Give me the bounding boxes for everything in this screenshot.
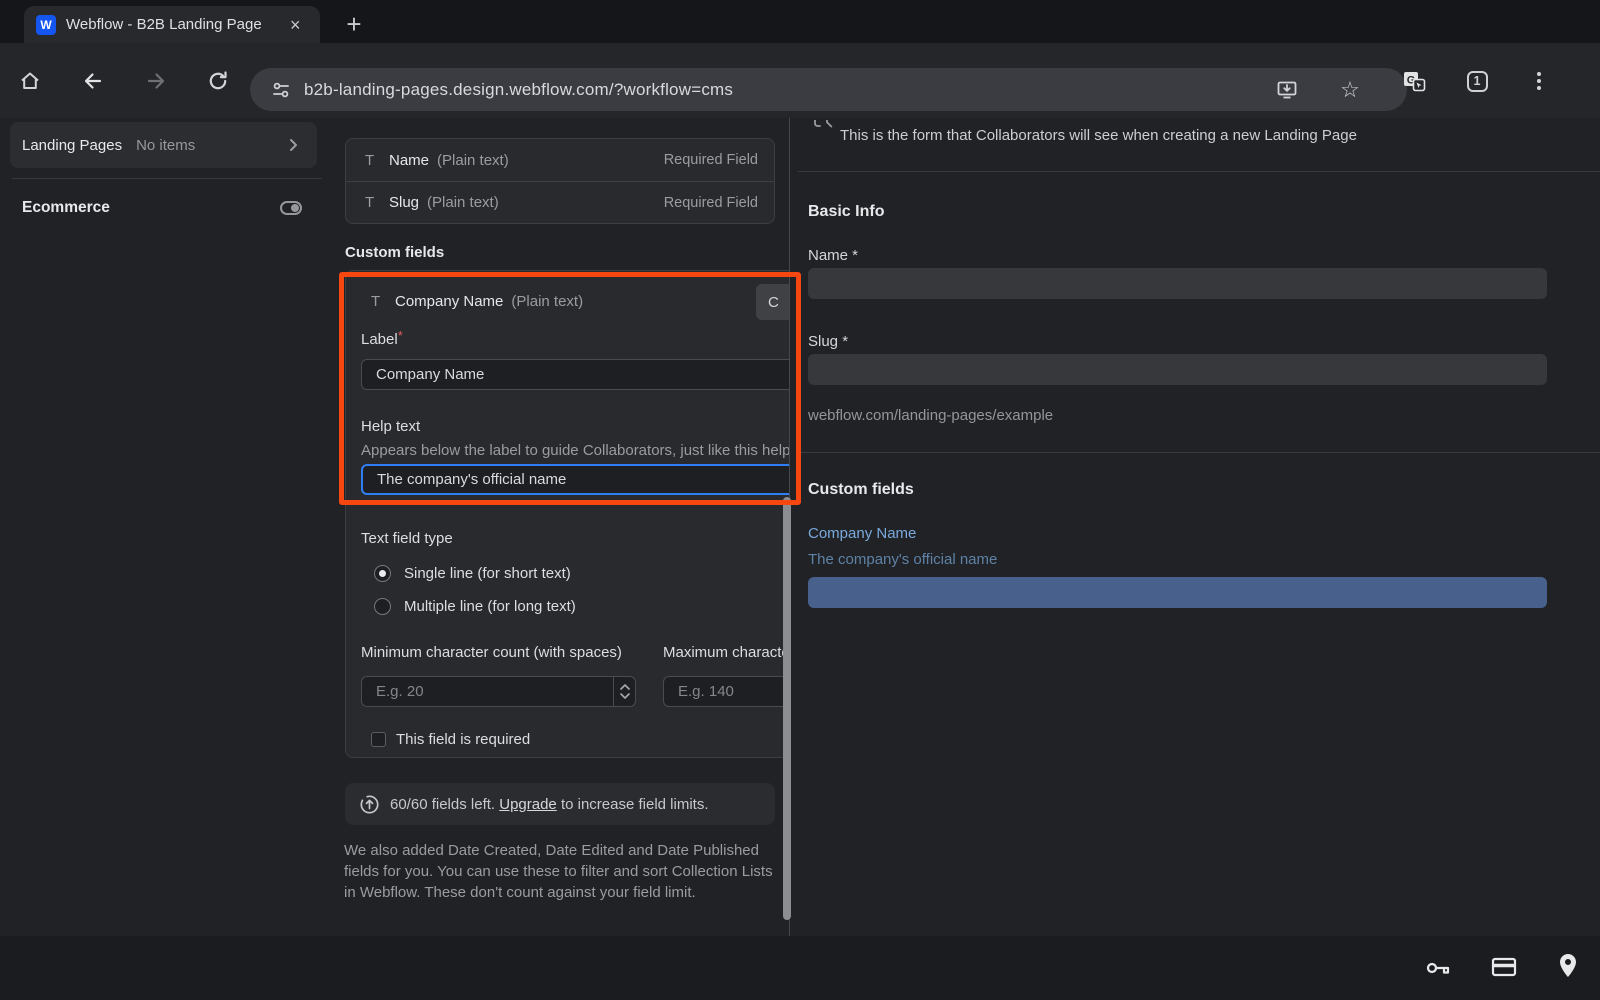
plain-text-field-icon: T — [365, 152, 379, 169]
url-text: b2b-landing-pages.design.webflow.com/?wo… — [304, 80, 733, 100]
preview-slug-input[interactable] — [808, 354, 1547, 385]
scrollbar-thumb[interactable] — [783, 497, 791, 920]
location-pin-icon[interactable] — [1556, 952, 1580, 982]
custom-fields-heading: Custom fields — [345, 244, 444, 261]
reload-icon[interactable] — [204, 67, 232, 95]
field-type: (Plain text) — [437, 152, 509, 169]
field-name: Company Name — [395, 293, 503, 310]
field-name: Slug — [389, 194, 419, 211]
browser-menu-kebab-icon[interactable] — [1525, 67, 1553, 95]
required-checkbox-row[interactable]: This field is required — [361, 731, 530, 748]
radio-unselected-icon[interactable] — [374, 598, 391, 615]
install-app-icon[interactable] — [1273, 76, 1301, 104]
help-text-input[interactable] — [361, 464, 789, 495]
min-count-stepper[interactable] — [361, 676, 636, 707]
field-type: (Plain text) — [511, 293, 583, 310]
url-bar[interactable]: b2b-landing-pages.design.webflow.com/?wo… — [250, 68, 1407, 111]
label-input[interactable] — [361, 359, 789, 390]
base-fields-list: T Name (Plain text) Required Field T Slu… — [345, 138, 775, 224]
tab-title: Webflow - B2B Landing Page — [66, 16, 288, 33]
upgrade-link[interactable]: Upgrade — [499, 796, 557, 813]
stepper-arrows-icon[interactable] — [613, 677, 635, 706]
radio-label: Single line (for short text) — [404, 565, 571, 582]
sidebar-item-landing-pages[interactable]: Landing Pages No items — [10, 122, 317, 168]
basic-info-heading: Basic Info — [808, 203, 884, 221]
preview-panel: This is the form that Collaborators will… — [790, 118, 1600, 936]
radio-multiple-line[interactable]: Multiple line (for long text) — [361, 598, 576, 615]
divider — [798, 171, 1600, 172]
preview-name-label: Name * — [808, 247, 858, 264]
radio-selected-icon[interactable] — [374, 565, 391, 582]
preview-name-input[interactable] — [808, 268, 1547, 299]
checkbox-label: This field is required — [396, 731, 530, 748]
preview-note: This is the form that Collaborators will… — [840, 127, 1357, 144]
help-text-label: Help text — [361, 418, 420, 435]
radio-single-line[interactable]: Single line (for short text) — [361, 565, 571, 582]
sidebar-item-ecommerce[interactable]: Ecommerce — [0, 190, 322, 226]
help-text-hint: Appears below the label to guide Collabo… — [361, 442, 789, 459]
field-row-slug[interactable]: T Slug (Plain text) Required Field — [346, 181, 774, 223]
preview-company-name-label: Company Name — [808, 525, 916, 542]
plain-text-field-icon: T — [371, 293, 385, 310]
min-count-label: Minimum character count (with spaces) — [361, 644, 622, 661]
field-name: Name — [389, 152, 429, 169]
cancel-button[interactable]: C — [756, 284, 789, 320]
key-icon[interactable] — [1423, 952, 1453, 982]
field-limit-text: 60/60 fields left. Upgrade to increase f… — [390, 796, 709, 813]
site-settings-icon[interactable] — [270, 79, 292, 101]
back-icon[interactable] — [79, 67, 107, 95]
preview-company-name-help: The company's official name — [808, 551, 997, 568]
field-editor: T Company Name (Plain text) C Label* Hel… — [345, 270, 789, 758]
toggle-icon[interactable] — [280, 201, 302, 215]
required-asterisk: * — [398, 328, 403, 343]
preview-company-name-input[interactable] — [808, 577, 1547, 608]
slug-example-url: webflow.com/landing-pages/example — [808, 407, 1053, 424]
max-count-label: Maximum character count (with spaces) — [663, 644, 789, 661]
date-fields-footnote: We also added Date Created, Date Edited … — [344, 840, 780, 903]
min-count-input[interactable] — [361, 676, 636, 707]
sidebar-divider — [12, 178, 322, 179]
preview-form-icon — [812, 120, 834, 136]
bookmark-star-icon[interactable]: ☆ — [1336, 76, 1364, 104]
radio-label: Multiple line (for long text) — [404, 598, 576, 615]
required-badge: Required Field — [664, 152, 758, 168]
new-tab-button[interactable]: + — [338, 8, 370, 40]
page-content: Landing Pages No items Ecommerce T Name … — [0, 118, 1600, 936]
browser-toolbar: b2b-landing-pages.design.webflow.com/?wo… — [0, 43, 1600, 118]
field-row-name[interactable]: T Name (Plain text) Required Field — [346, 139, 774, 181]
ecommerce-label: Ecommerce — [22, 199, 110, 217]
divider — [798, 452, 1600, 453]
preview-custom-fields-heading: Custom fields — [808, 481, 914, 499]
checkbox-icon[interactable] — [371, 732, 386, 747]
required-badge: Required Field — [664, 195, 758, 211]
translate-icon[interactable]: G — [1400, 67, 1428, 95]
tab-close-icon[interactable]: × — [290, 16, 301, 34]
upgrade-icon — [359, 794, 380, 815]
label-field-label: Label* — [361, 328, 403, 348]
landing-pages-label: Landing Pages — [22, 137, 122, 154]
field-type: (Plain text) — [427, 194, 499, 211]
field-editor-header[interactable]: T Company Name (Plain text) — [371, 293, 583, 310]
plain-text-field-icon: T — [365, 194, 379, 211]
webflow-favicon-icon: W — [36, 15, 56, 35]
home-icon[interactable] — [16, 67, 44, 95]
tab-group-counter[interactable]: 1 — [1463, 67, 1491, 95]
payment-card-icon[interactable] — [1489, 952, 1519, 982]
preview-slug-label: Slug * — [808, 333, 848, 350]
chevron-right-icon — [285, 137, 301, 153]
browser-tab-strip: W Webflow - B2B Landing Page × + — [0, 0, 1600, 43]
bottom-bar — [0, 936, 1600, 1000]
max-count-input[interactable] — [663, 676, 789, 707]
landing-pages-status: No items — [136, 137, 195, 154]
browser-tab[interactable]: W Webflow - B2B Landing Page × — [24, 6, 320, 43]
field-limit-notice: 60/60 fields left. Upgrade to increase f… — [345, 783, 775, 825]
fields-panel: T Name (Plain text) Required Field T Slu… — [322, 118, 789, 936]
text-field-type-label: Text field type — [361, 530, 453, 547]
forward-icon[interactable] — [142, 67, 170, 95]
